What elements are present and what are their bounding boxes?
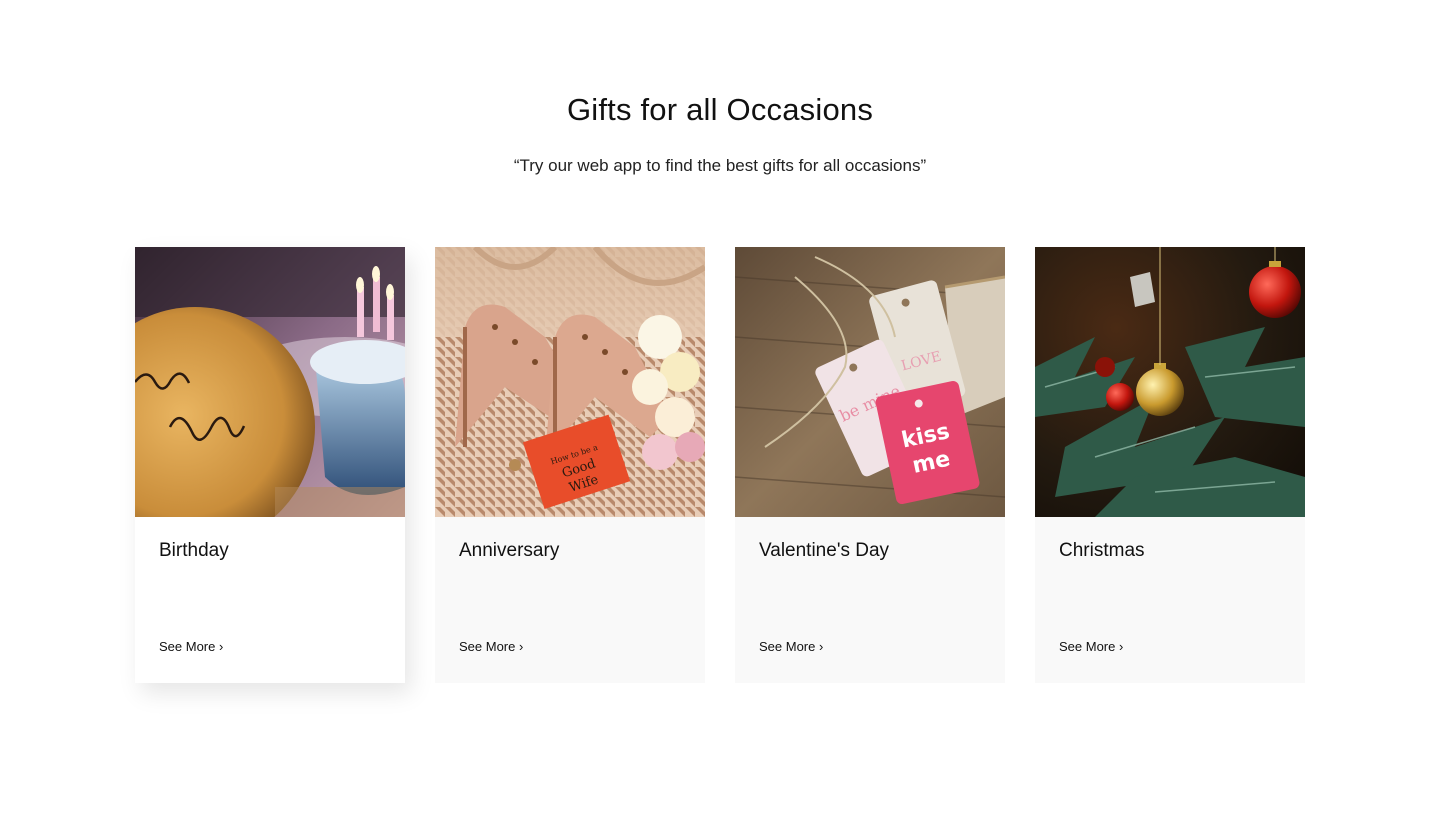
occasion-cards: Birthday See More › How to be a Good Wif… bbox=[135, 247, 1305, 683]
see-more-link-anniversary[interactable]: See More › bbox=[459, 639, 523, 655]
occasions-section: Gifts for all Occasions “Try our web app… bbox=[0, 0, 1440, 820]
anniversary-image[interactable]: How to be a Good Wife bbox=[435, 247, 705, 517]
section-subtitle: “Try our web app to find the best gifts … bbox=[513, 156, 927, 175]
card-title-christmas: Christmas bbox=[1059, 540, 1145, 561]
card-title-birthday: Birthday bbox=[159, 540, 229, 561]
occasion-card-valentines-day[interactable]: LOVE be mine kiss me Valentine's Day See… bbox=[735, 247, 1005, 683]
valentines-image[interactable]: LOVE be mine kiss me bbox=[735, 247, 1005, 517]
birthday-image[interactable] bbox=[135, 247, 405, 517]
occasion-card-birthday[interactable]: Birthday See More › bbox=[135, 247, 405, 683]
see-more-link-birthday[interactable]: See More › bbox=[159, 639, 223, 655]
card-title-valentines-day: Valentine's Day bbox=[759, 540, 890, 561]
christmas-image[interactable] bbox=[1035, 247, 1305, 517]
occasion-card-christmas[interactable]: Christmas See More › bbox=[1035, 247, 1305, 683]
occasion-card-anniversary[interactable]: How to be a Good Wife Anniversary See Mo… bbox=[435, 247, 705, 683]
section-title: Gifts for all Occasions bbox=[566, 92, 874, 127]
see-more-link-valentines-day[interactable]: See More › bbox=[759, 639, 823, 655]
card-title-anniversary: Anniversary bbox=[459, 540, 560, 561]
see-more-link-christmas[interactable]: See More › bbox=[1059, 639, 1123, 655]
